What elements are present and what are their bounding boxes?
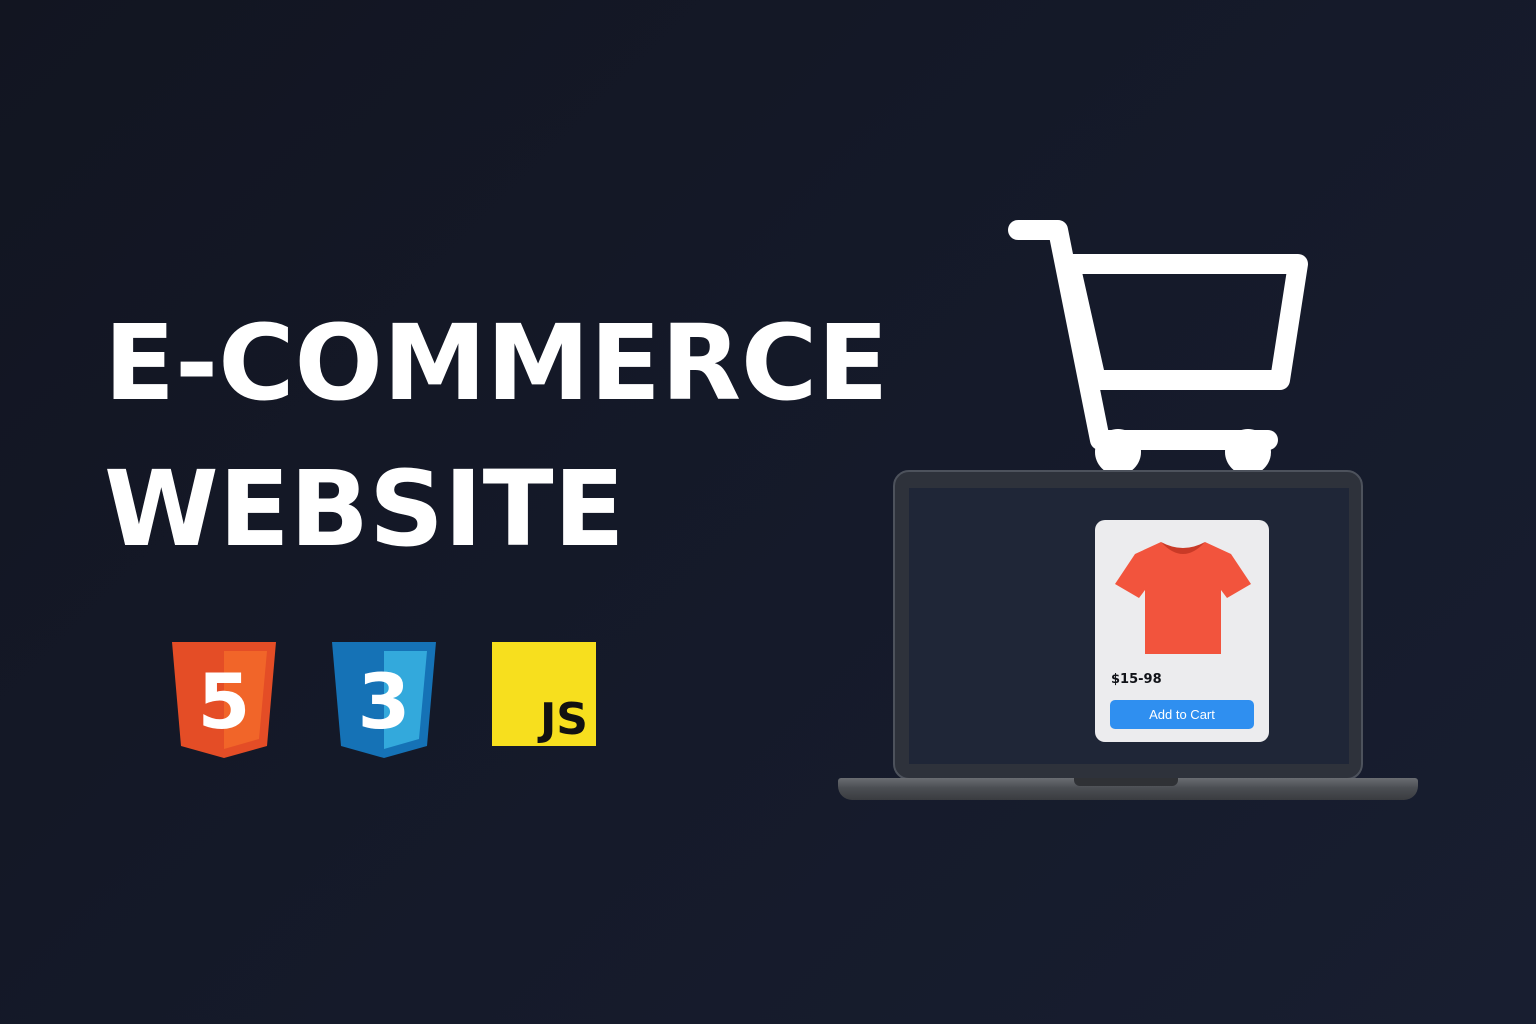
tshirt-icon [1115, 542, 1251, 654]
laptop-notch [1074, 778, 1178, 786]
svg-text:5: 5 [198, 657, 251, 746]
svg-text:JS: JS [537, 694, 588, 745]
product-price: $15-98 [1111, 672, 1162, 687]
shopping-cart-icon [1008, 220, 1308, 474]
svg-text:3: 3 [358, 657, 411, 746]
page-title: E-COMMERCE WEBSITE [104, 290, 888, 582]
laptop-lid: $15-98 Add to Cart [893, 470, 1363, 780]
laptop-base [838, 778, 1418, 800]
title-line-2: WEBSITE [104, 448, 625, 570]
javascript-icon: JS [492, 642, 596, 746]
title-line-1: E-COMMERCE [104, 302, 889, 424]
html5-icon: 5 [172, 642, 276, 758]
laptop-illustration: $15-98 Add to Cart [838, 470, 1418, 802]
css3-icon: 3 [332, 642, 436, 758]
product-card: $15-98 Add to Cart [1095, 520, 1269, 742]
laptop-screen: $15-98 Add to Cart [909, 488, 1349, 764]
add-to-cart-button[interactable]: Add to Cart [1110, 700, 1254, 729]
